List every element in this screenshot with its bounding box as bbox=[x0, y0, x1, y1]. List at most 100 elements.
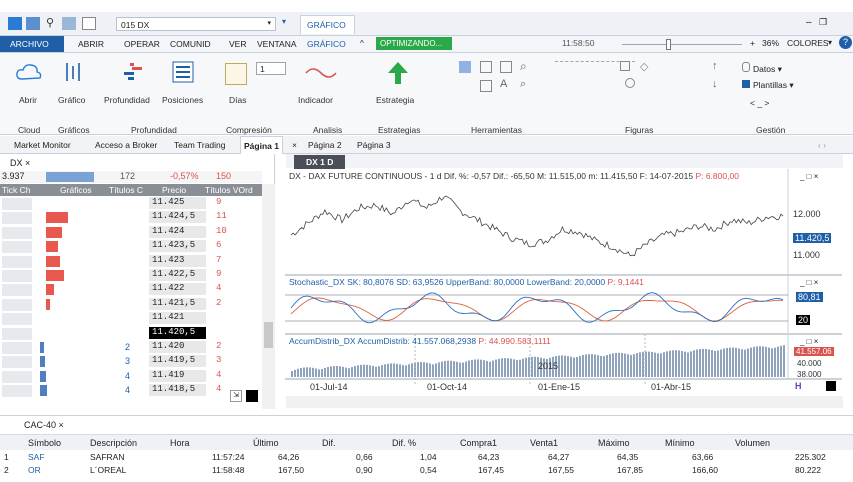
cloud-app-icon[interactable] bbox=[8, 17, 22, 30]
price-cell[interactable]: 11.422,5 bbox=[149, 269, 206, 281]
quotes-col-header[interactable]: Compra1 bbox=[460, 438, 497, 448]
tab-pagina-3[interactable]: Página 3 bbox=[357, 140, 391, 150]
help-icon[interactable]: ? bbox=[839, 36, 852, 49]
ladder-row[interactable]: 11.422 4 bbox=[0, 283, 262, 297]
tab-pagina-2[interactable]: Página 2 bbox=[308, 140, 342, 150]
chart-tab[interactable]: DX 1 D bbox=[294, 155, 346, 169]
menu-archivo[interactable]: ARCHIVO bbox=[0, 36, 64, 52]
datos-button[interactable]: Datos ▾ bbox=[742, 62, 782, 75]
crosshair-tool-icon[interactable] bbox=[480, 61, 492, 73]
quotes-col-header[interactable]: Último bbox=[253, 438, 279, 448]
nav-arrows[interactable]: < _ > bbox=[750, 98, 769, 108]
menu-abrir[interactable]: ABRIR bbox=[78, 39, 104, 49]
quotes-col-header[interactable]: Descripción bbox=[90, 438, 137, 448]
days-stepper[interactable]: 1 bbox=[256, 62, 286, 75]
price-cell[interactable]: 11.419 bbox=[149, 369, 206, 382]
price-cell[interactable]: 11.420 bbox=[149, 341, 206, 353]
arrow-down-icon[interactable]: ↓ bbox=[712, 78, 718, 90]
chart-tool-h-icon[interactable]: H bbox=[795, 381, 802, 391]
grafico-button[interactable]: Gráfico bbox=[58, 95, 85, 105]
magnify-tool-icon[interactable]: ⌕ bbox=[520, 78, 526, 91]
zoom-slider-handle[interactable] bbox=[666, 39, 671, 50]
ladder-row[interactable]: 11.422,5 9 bbox=[0, 269, 262, 282]
ladder-row[interactable]: 11.425 9 bbox=[0, 197, 262, 210]
price-cell[interactable]: 11.423,5 bbox=[149, 240, 206, 253]
profundidad-button[interactable]: Profundidad bbox=[104, 95, 150, 105]
calendar-icon[interactable] bbox=[225, 63, 247, 85]
text-tool-icon[interactable]: A bbox=[500, 78, 507, 90]
price-cell[interactable]: 11.422 bbox=[149, 283, 206, 296]
ladder-color-icon[interactable] bbox=[246, 390, 258, 402]
ladder-row[interactable]: 11.421 bbox=[0, 312, 262, 326]
quotes-col-header[interactable]: Dif. bbox=[322, 438, 336, 448]
dropdown-icon[interactable]: ▾ bbox=[828, 38, 832, 47]
close-tab-icon[interactable]: × bbox=[292, 140, 297, 150]
chart-color-icon[interactable] bbox=[826, 381, 836, 391]
price-cell[interactable]: 11.424 bbox=[149, 225, 206, 238]
symbol-select[interactable]: 015 DX ▾ bbox=[116, 17, 276, 31]
ladder-row[interactable]: 4 11.418,5 4 bbox=[0, 384, 262, 398]
ladder-row[interactable]: 11.421,5 2 bbox=[0, 297, 262, 311]
arrow-up-icon[interactable]: ↑ bbox=[712, 60, 718, 72]
zoom-tool-icon[interactable]: ⌕ bbox=[520, 59, 527, 74]
restore-icon[interactable]: ❐ bbox=[819, 17, 827, 28]
indicador-button[interactable]: Indicador bbox=[298, 95, 333, 105]
menu-ventana[interactable]: VENTANA bbox=[257, 39, 297, 49]
quotes-col-header[interactable]: Dif. % bbox=[392, 438, 416, 448]
chart-hscrollbar[interactable] bbox=[286, 396, 843, 408]
minimize-icon[interactable]: – bbox=[806, 17, 812, 28]
quotes-tab[interactable]: CAC-40 × bbox=[24, 420, 64, 430]
ladder-row[interactable]: 3 11.419,5 3 bbox=[0, 355, 262, 369]
ladder-tab[interactable]: DX × bbox=[10, 158, 30, 168]
quotes-col-header[interactable]: Máximo bbox=[598, 438, 630, 448]
ladder-row[interactable]: 11.423 7 bbox=[0, 254, 262, 268]
positions-icon[interactable] bbox=[172, 61, 194, 83]
chart-bars-icon[interactable] bbox=[64, 61, 84, 83]
ladder-option-icon[interactable]: ⇲ bbox=[230, 390, 242, 402]
price-cell[interactable]: 11.425 bbox=[149, 197, 206, 209]
close-icon[interactable]: × bbox=[25, 158, 30, 168]
colors-menu[interactable]: COLORES bbox=[787, 38, 829, 48]
ladder-row[interactable]: 11.424 10 bbox=[0, 225, 262, 239]
depth-icon[interactable] bbox=[122, 61, 144, 83]
estrategia-button[interactable]: Estrategia bbox=[376, 95, 414, 105]
price-cell[interactable]: 11.421 bbox=[149, 312, 206, 325]
chart-canvas[interactable] bbox=[285, 169, 842, 408]
strategy-icon[interactable] bbox=[386, 61, 410, 85]
abrir-button[interactable]: Abrir bbox=[19, 95, 37, 105]
circle-shape-icon[interactable] bbox=[625, 78, 635, 88]
quote-cell[interactable]: SAF bbox=[28, 452, 45, 462]
ladder-row[interactable]: 4 11.419 4 bbox=[0, 369, 262, 383]
table-tool-icon[interactable] bbox=[480, 80, 492, 92]
grid-icon[interactable] bbox=[82, 17, 96, 30]
price-cell[interactable]: 11.418,5 bbox=[149, 384, 206, 397]
layout-icon[interactable] bbox=[62, 17, 76, 30]
pane-window-controls[interactable]: _ □ × bbox=[800, 278, 818, 287]
ladder-row[interactable]: 11.423,5 6 bbox=[0, 240, 262, 254]
indicator-icon[interactable] bbox=[305, 65, 337, 81]
menu-operar[interactable]: OPERAR bbox=[124, 39, 160, 49]
quotes-col-header[interactable]: Mínimo bbox=[665, 438, 695, 448]
cursor-tool-icon[interactable] bbox=[459, 61, 471, 73]
ladder-scrollbar[interactable] bbox=[262, 184, 275, 409]
tab-team-trading[interactable]: Team Trading bbox=[174, 140, 226, 150]
ladder-row[interactable]: 11.420,5 bbox=[0, 326, 262, 340]
ladder-row[interactable]: 11.424,5 11 bbox=[0, 211, 262, 225]
zoom-slider-track[interactable] bbox=[622, 44, 742, 45]
menu-grafico[interactable]: GRÁFICO bbox=[307, 39, 346, 49]
price-cell[interactable]: 11.419,5 bbox=[149, 355, 206, 368]
price-cell[interactable]: 11.423 bbox=[149, 254, 206, 267]
price-cell[interactable]: 11.421,5 bbox=[149, 297, 206, 310]
zoom-plus-icon[interactable]: + bbox=[750, 38, 755, 48]
quote-cell[interactable]: OR bbox=[28, 465, 41, 475]
save-icon[interactable] bbox=[26, 17, 40, 30]
tabs-scroll-icon[interactable]: ‹ › bbox=[818, 140, 826, 150]
pane-window-controls[interactable]: _ □ × bbox=[800, 337, 818, 346]
diamond-shape-icon[interactable]: ◇ bbox=[640, 60, 648, 73]
square-shape-icon[interactable] bbox=[620, 61, 630, 71]
menu-ver[interactable]: VER bbox=[229, 39, 246, 49]
tab-grafico-top[interactable]: GRÁFICO bbox=[300, 15, 355, 34]
quotes-col-header[interactable]: Venta1 bbox=[530, 438, 558, 448]
cloud-icon[interactable] bbox=[16, 63, 42, 81]
posiciones-button[interactable]: Posiciones bbox=[162, 95, 203, 105]
